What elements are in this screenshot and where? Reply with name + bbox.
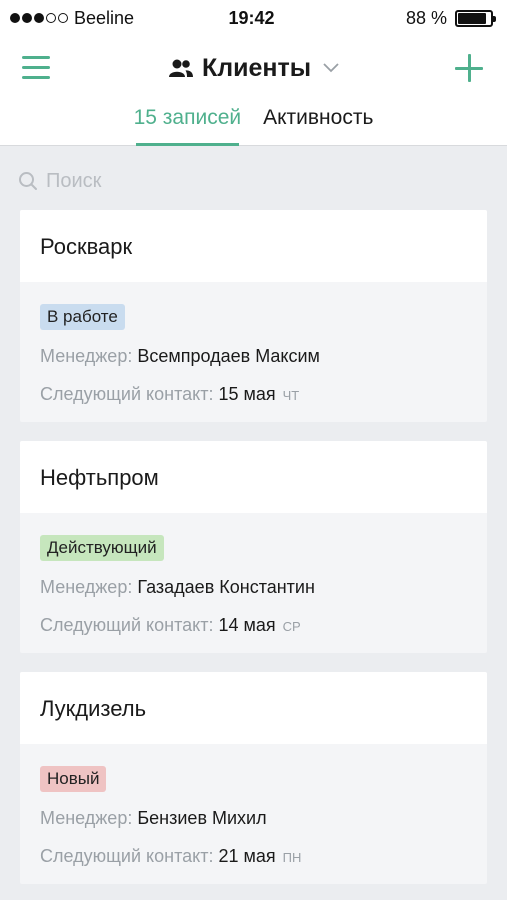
- manager-name: Бензиев Михил: [137, 808, 267, 828]
- signal-dot: [22, 13, 32, 23]
- next-contact-row: Следующий контакт: 15 мая ЧТ: [40, 382, 467, 408]
- signal-dot: [46, 13, 56, 23]
- signal-dot: [10, 13, 20, 23]
- chevron-down-icon: [323, 63, 339, 73]
- battery-icon: [454, 9, 496, 27]
- search-icon: [19, 172, 37, 190]
- next-contact-row: Следующий контакт: 21 мая ПН: [40, 844, 467, 870]
- tab-activity[interactable]: Активность: [263, 106, 373, 146]
- client-card-header: Лукдизель: [20, 672, 487, 744]
- next-contact-date: 15 мая: [218, 384, 276, 404]
- next-contact-label: Следующий контакт:: [40, 846, 214, 866]
- client-card[interactable]: Роскварк В работе Менеджер: Всемпродаев …: [20, 210, 487, 422]
- signal-dot: [58, 13, 68, 23]
- status-badge: В работе: [40, 304, 125, 330]
- manager-row: Менеджер: Всемпродаев Максим: [40, 344, 467, 368]
- battery-info: 88 %: [323, 7, 496, 29]
- client-card-body: Действующий Менеджер: Газадаев Константи…: [20, 513, 487, 639]
- manager-row: Менеджер: Бензиев Михил: [40, 806, 467, 830]
- manager-name: Всемпродаев Максим: [137, 346, 320, 366]
- client-card-body: В работе Менеджер: Всемпродаев Максим Сл…: [20, 282, 487, 408]
- client-card[interactable]: Нефтьпром Действующий Менеджер: Газадаев…: [20, 441, 487, 653]
- next-contact-label: Следующий контакт:: [40, 615, 214, 635]
- manager-row: Менеджер: Газадаев Константин: [40, 575, 467, 599]
- status-badge: Действующий: [40, 535, 164, 561]
- search-input[interactable]: [46, 169, 446, 193]
- client-name: Лукдизель: [40, 696, 147, 721]
- tab-records[interactable]: 15 записей: [134, 106, 241, 146]
- next-contact-date: 21 мая: [218, 846, 276, 866]
- app-header: Клиенты 15 записей Активность: [0, 36, 507, 146]
- client-name: Роскварк: [40, 234, 133, 259]
- next-contact-weekday: СР: [282, 619, 301, 634]
- carrier-name: Beeline: [74, 7, 135, 28]
- next-contact-date: 14 мая: [218, 615, 276, 635]
- next-contact-label: Следующий контакт:: [40, 384, 214, 404]
- manager-label: Менеджер:: [40, 808, 133, 828]
- client-card-header: Нефтьпром: [20, 441, 487, 513]
- battery-percent: 88 %: [405, 7, 447, 28]
- people-icon: [168, 59, 193, 77]
- next-contact-weekday: ЧТ: [282, 388, 300, 403]
- manager-name: Газадаев Константин: [137, 577, 315, 597]
- client-card[interactable]: Лукдизель Новый Менеджер: Бензиев Михил …: [20, 672, 487, 884]
- next-contact-row: Следующий контакт: 14 мая СР: [40, 613, 467, 639]
- clock: 19:42: [228, 7, 275, 28]
- tab-bar: 15 записей Активность: [0, 106, 507, 146]
- manager-label: Менеджер:: [40, 577, 133, 597]
- signal-strength-icon: [10, 13, 68, 23]
- battery-level: [457, 12, 487, 24]
- manager-label: Менеджер:: [40, 346, 133, 366]
- client-card-body: Новый Менеджер: Бензиев Михил Следующий …: [20, 744, 487, 870]
- status-bar: Beeline 19:42 88 %: [0, 0, 507, 36]
- status-badge: Новый: [40, 766, 107, 792]
- title-dropdown[interactable]: Клиенты: [0, 50, 507, 86]
- next-contact-weekday: ПН: [282, 850, 302, 865]
- add-client-button[interactable]: [455, 54, 483, 82]
- signal-dot: [34, 13, 44, 23]
- search-bar[interactable]: [18, 168, 488, 194]
- page-title: Клиенты: [201, 53, 312, 82]
- carrier-info: Beeline: [10, 8, 180, 29]
- client-card-header: Роскварк: [20, 210, 487, 282]
- client-name: Нефтьпром: [40, 465, 159, 490]
